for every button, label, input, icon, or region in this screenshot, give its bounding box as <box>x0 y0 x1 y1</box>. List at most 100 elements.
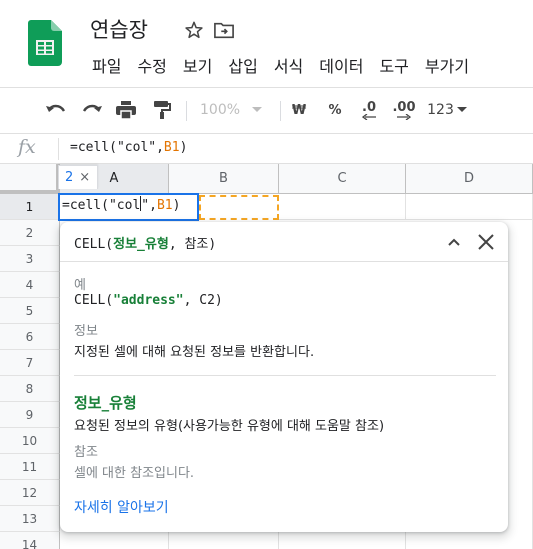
cell-c1[interactable] <box>279 194 406 220</box>
arrow-right-icon <box>397 113 411 120</box>
example-code: CELL("address", C2) <box>74 293 223 308</box>
signature-param-active: 정보_유형 <box>113 237 169 252</box>
zoom-value: 100% <box>200 102 241 118</box>
row-header[interactable]: 5 <box>0 298 60 324</box>
increase-decimal-label: .00 <box>392 99 416 115</box>
active-cell-editor[interactable]: =cell("col",B1) <box>58 193 199 221</box>
popup-header: CELL(정보_유형, 참조) <box>60 222 508 262</box>
example-function: CELL( <box>74 293 114 308</box>
document-title[interactable]: 연습장 <box>90 14 148 44</box>
currency-button[interactable]: ₩ <box>288 98 310 122</box>
print-icon <box>116 101 136 119</box>
menu-format[interactable]: 서식 <box>266 55 311 79</box>
row-header[interactable]: 1 <box>0 194 60 220</box>
decrease-decimal-button[interactable]: .0 <box>356 98 382 122</box>
print-button[interactable] <box>114 98 138 122</box>
sheets-logo-icon[interactable] <box>28 20 62 66</box>
cell-close-paren: ) <box>172 198 181 213</box>
cell-strip[interactable] <box>508 220 533 532</box>
cell-d14[interactable] <box>406 532 533 549</box>
chevron-up-icon[interactable] <box>444 232 464 252</box>
info-text: 지정된 셀에 대해 요청된 정보를 반환합니다. <box>74 345 315 360</box>
increase-decimal-button[interactable]: .00 <box>390 98 418 122</box>
row-header[interactable]: 3 <box>0 246 60 272</box>
star-icon[interactable] <box>184 20 204 40</box>
example-rest: , C2) <box>183 293 223 308</box>
menu-file[interactable]: 파일 <box>84 55 129 79</box>
menu-view[interactable]: 보기 <box>175 55 220 79</box>
popup-divider <box>74 375 496 376</box>
currency-label: ₩ <box>291 102 307 118</box>
zoom-select[interactable]: 100% <box>200 98 270 122</box>
percent-button[interactable]: % <box>325 98 345 122</box>
row-header[interactable]: 13 <box>0 506 60 532</box>
menu-addons[interactable]: 부가기 <box>417 55 477 79</box>
row-header[interactable]: 6 <box>0 324 60 350</box>
decrease-decimal-label: .0 <box>362 99 376 115</box>
formula-bar: fx =cell("col",B1) <box>0 134 533 164</box>
toolbar-divider <box>280 101 281 121</box>
close-icon[interactable]: × <box>79 170 90 185</box>
number-format-select[interactable]: 123 <box>426 98 468 122</box>
row-header[interactable]: 14 <box>0 532 60 549</box>
move-folder-icon[interactable] <box>214 21 234 39</box>
app-header: 연습장 파일 수정 보기 삽입 서식 데이터 도구 부가기 <box>0 0 533 88</box>
param2-description: 셀에 대한 참조입니다. <box>74 466 195 481</box>
cell-a14[interactable] <box>60 532 169 549</box>
undo-icon <box>46 104 66 112</box>
param1-description: 요청된 정보의 유형(사용가능한 유형에 대해 도움말 참조) <box>74 419 385 434</box>
row-header[interactable]: 10 <box>0 428 60 454</box>
redo-button[interactable] <box>80 98 104 122</box>
formula-suffix: ) <box>179 140 188 155</box>
menu-insert[interactable]: 삽입 <box>220 55 265 79</box>
example-label: 예 <box>74 278 86 293</box>
function-signature: CELL(정보_유형, 참조) <box>74 233 216 252</box>
formula-prefix: =cell("col", <box>70 140 164 155</box>
row-header[interactable]: 4 <box>0 272 60 298</box>
column-header-d[interactable]: D <box>406 164 533 194</box>
row-header[interactable]: 2 <box>0 220 60 246</box>
formula-bar-divider <box>58 138 59 160</box>
function-help-popup: CELL(정보_유형, 참조) 예 CELL("address", C2) 정보… <box>60 222 508 532</box>
argument-count: 2 <box>65 170 74 185</box>
param2-name: 참조 <box>74 445 98 460</box>
toolbar-divider <box>186 101 187 121</box>
row-header[interactable]: 7 <box>0 350 60 376</box>
undo-button[interactable] <box>44 98 68 122</box>
arrow-left-icon <box>362 113 376 120</box>
row-header[interactable]: 11 <box>0 454 60 480</box>
referenced-cell-highlight <box>199 195 279 220</box>
cell-text-after-caret: ", <box>141 198 157 213</box>
learn-more-link[interactable]: 자세히 알아보기 <box>74 497 169 517</box>
formula-reference: B1 <box>163 140 180 155</box>
column-header-c[interactable]: C <box>279 164 406 194</box>
formula-input[interactable]: =cell("col",B1) <box>70 140 187 155</box>
paint-format-button[interactable] <box>150 98 174 122</box>
menu-data[interactable]: 데이터 <box>311 55 371 79</box>
example-argument: "address" <box>113 293 184 308</box>
fx-icon: fx <box>18 136 36 158</box>
cell-text-before-caret: =cell("col <box>62 198 141 213</box>
cell-c14[interactable] <box>279 532 406 549</box>
chevron-down-icon <box>252 107 263 112</box>
close-icon[interactable] <box>475 231 497 253</box>
argument-count-chip: 2 × <box>58 165 98 189</box>
row-header[interactable]: 9 <box>0 402 60 428</box>
percent-label: % <box>328 102 342 118</box>
menu-bar: 파일 수정 보기 삽입 서식 데이터 도구 부가기 <box>84 55 477 79</box>
menu-edit[interactable]: 수정 <box>129 55 174 79</box>
number-format-label: 123 <box>427 102 454 118</box>
row-header[interactable]: 8 <box>0 376 60 402</box>
row-header[interactable]: 12 <box>0 480 60 506</box>
cell-reference: B1 <box>156 198 173 213</box>
cell-d1[interactable] <box>406 194 533 220</box>
select-all-corner[interactable] <box>0 164 60 194</box>
param1-name: 정보_유형 <box>74 394 137 412</box>
cell-b14[interactable] <box>169 532 279 549</box>
paint-format-icon <box>154 101 171 119</box>
redo-icon <box>82 104 102 112</box>
info-label: 정보 <box>74 324 98 339</box>
column-header-b[interactable]: B <box>169 164 279 194</box>
menu-tools[interactable]: 도구 <box>371 55 416 79</box>
chevron-down-icon <box>456 107 467 112</box>
